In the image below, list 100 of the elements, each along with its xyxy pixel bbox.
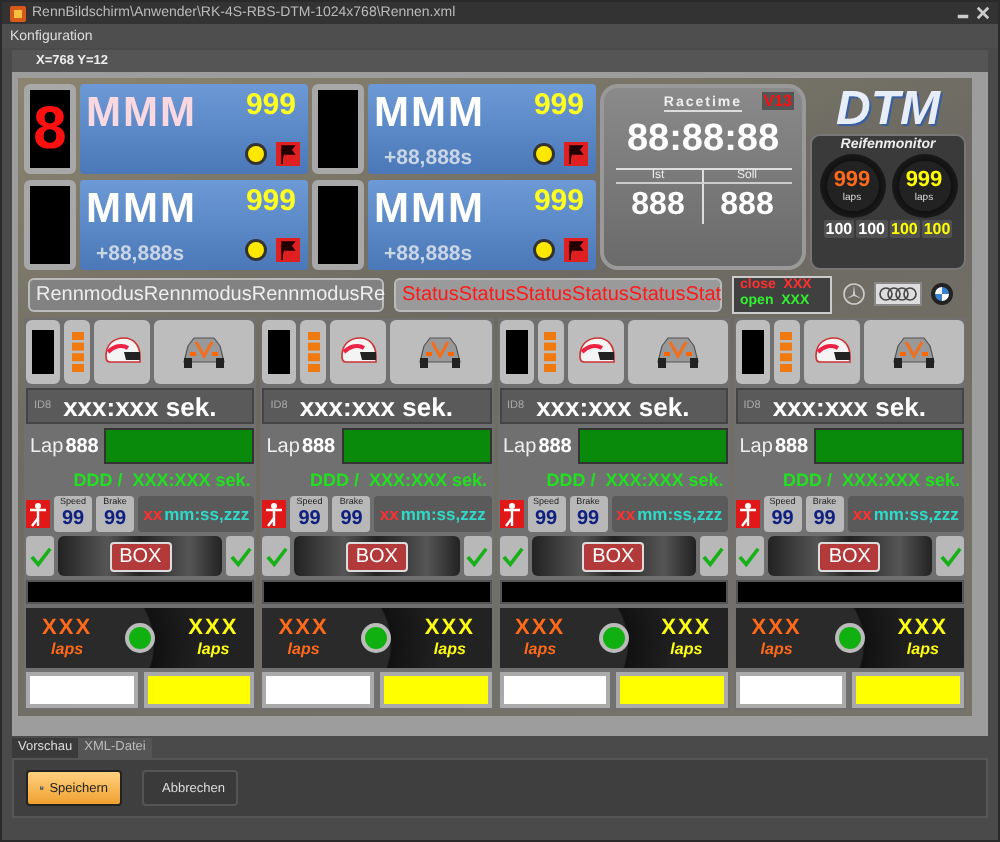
gap-text: DDD / XXX:XXX sek. — [307, 468, 489, 492]
lap-time: xxx:xxx sek. — [536, 391, 690, 421]
flag-icon — [276, 142, 300, 166]
info-field — [262, 672, 374, 708]
logo: DTM — [836, 84, 940, 134]
tire-laps-value: 999 — [905, 169, 943, 191]
lap-count: 888 — [538, 435, 572, 457]
tire-laps-unit: laps — [906, 640, 939, 658]
lap-count: 888 — [65, 435, 99, 457]
tire-laps-unit: laps — [760, 640, 793, 658]
driver-name: MMM — [374, 90, 485, 138]
box-button[interactable]: BOX — [582, 541, 645, 571]
tire-reading: 100 — [921, 220, 953, 238]
info-field — [26, 672, 138, 708]
light-bar-icon — [544, 332, 556, 372]
highlight-field — [143, 672, 255, 708]
gap-text: DDD / XXX:XXX sek. — [780, 468, 962, 492]
lap-time: xxx:xxx sek. — [772, 391, 926, 421]
box-button[interactable]: BOX — [345, 541, 408, 571]
tire-laps-value: XXX — [897, 618, 948, 640]
tire-laps-value: XXX — [42, 618, 93, 640]
helmet-icon — [575, 336, 615, 368]
sector-prefix: xx — [616, 504, 636, 524]
brake-value: 99 — [103, 508, 127, 530]
tire-laps-value: XXX — [661, 618, 712, 640]
brake-value: 99 — [576, 508, 600, 530]
points-value: 999 — [245, 184, 296, 218]
tire-laps-unit: laps — [51, 640, 84, 658]
info-field — [499, 672, 611, 708]
gap-text: DDD / XXX:XXX sek. — [544, 468, 726, 492]
signal-light-icon — [244, 238, 268, 262]
lap-label: Lap — [739, 435, 773, 457]
tire-laps-unit: laps — [670, 640, 703, 658]
tire-reading: 100 — [856, 220, 887, 238]
status-light-icon — [360, 622, 393, 654]
status-light-icon — [124, 622, 157, 654]
lap-time: xxx:xxx sek. — [63, 391, 217, 421]
star-logo-icon — [842, 282, 866, 307]
lap-time: xxx:xxx sek. — [299, 391, 453, 421]
sector-time: mm:ss,zzz — [873, 504, 959, 524]
car-icon — [416, 334, 465, 370]
tire-laps-value: XXX — [278, 618, 329, 640]
tire-laps-unit: laps — [287, 640, 320, 658]
sector-time: mm:ss,zzz — [400, 504, 486, 524]
person-icon — [735, 500, 760, 528]
tire-laps-value: XXX — [515, 618, 566, 640]
lap-label: Lap — [503, 435, 537, 457]
version-label: V13 — [761, 92, 794, 110]
race-mode-field: RennmodusRennmodusRennmodusRe — [28, 277, 384, 312]
info-field — [735, 672, 847, 708]
light-bar-icon — [71, 332, 83, 372]
box-button[interactable]: BOX — [109, 541, 172, 571]
flag-icon — [564, 238, 588, 262]
tire-laps-unit: laps — [197, 640, 230, 658]
status-light-icon — [597, 622, 630, 654]
helmet-icon — [338, 336, 379, 368]
driver-name: MMM — [86, 186, 197, 234]
driver-name: MMM — [374, 186, 485, 234]
brake-value: 99 — [813, 508, 836, 530]
helmet-icon — [102, 336, 142, 368]
points-value: 999 — [245, 88, 296, 122]
car-icon — [653, 334, 702, 370]
sector-prefix: xx — [143, 504, 163, 524]
position-number-box — [24, 180, 76, 270]
close-icon[interactable] — [976, 6, 990, 20]
highlight-field — [616, 672, 728, 708]
indicator-tile — [499, 320, 533, 384]
gap-text: DDD / XXX:XXX sek. — [71, 468, 253, 492]
tire-reading: 100 — [889, 220, 920, 238]
person-icon — [262, 500, 287, 528]
tire-laps-unit: laps — [433, 640, 466, 658]
flag-icon — [564, 142, 588, 166]
flag-icon — [276, 238, 300, 262]
tire-laps-value: 999 — [833, 169, 871, 191]
rings-logo-icon — [874, 282, 922, 307]
position-number-box — [312, 84, 364, 174]
box-button[interactable]: BOX — [818, 541, 881, 571]
light-bar-icon — [307, 332, 320, 372]
ist-value: 888 — [615, 184, 703, 224]
signal-light-icon — [244, 142, 268, 166]
race-time: 88:88:88 — [626, 118, 780, 162]
helmet-icon — [811, 336, 852, 368]
tire-laps-value: XXX — [751, 618, 802, 640]
sector-prefix: xx — [852, 504, 872, 524]
indicator-tile — [735, 320, 770, 384]
position-number: 8 — [33, 95, 67, 163]
sector-time: mm:ss,zzz — [637, 504, 723, 524]
status-field: StatusStatusStatusStatusStatusStat — [394, 277, 722, 312]
lap-count: 888 — [301, 435, 336, 457]
gap-value: +88,888s — [384, 146, 473, 170]
gap-value: +88,888s — [384, 242, 473, 266]
sector-time: mm:ss,zzz — [164, 504, 250, 524]
points-value: 999 — [533, 88, 584, 122]
lap-count: 888 — [774, 435, 809, 457]
sector-prefix: xx — [379, 504, 399, 524]
signal-light-icon — [532, 142, 556, 166]
status-light-icon — [833, 622, 866, 654]
light-bar-icon — [780, 332, 793, 372]
indicator-tile — [262, 320, 297, 384]
speed-value: 99 — [534, 508, 558, 530]
